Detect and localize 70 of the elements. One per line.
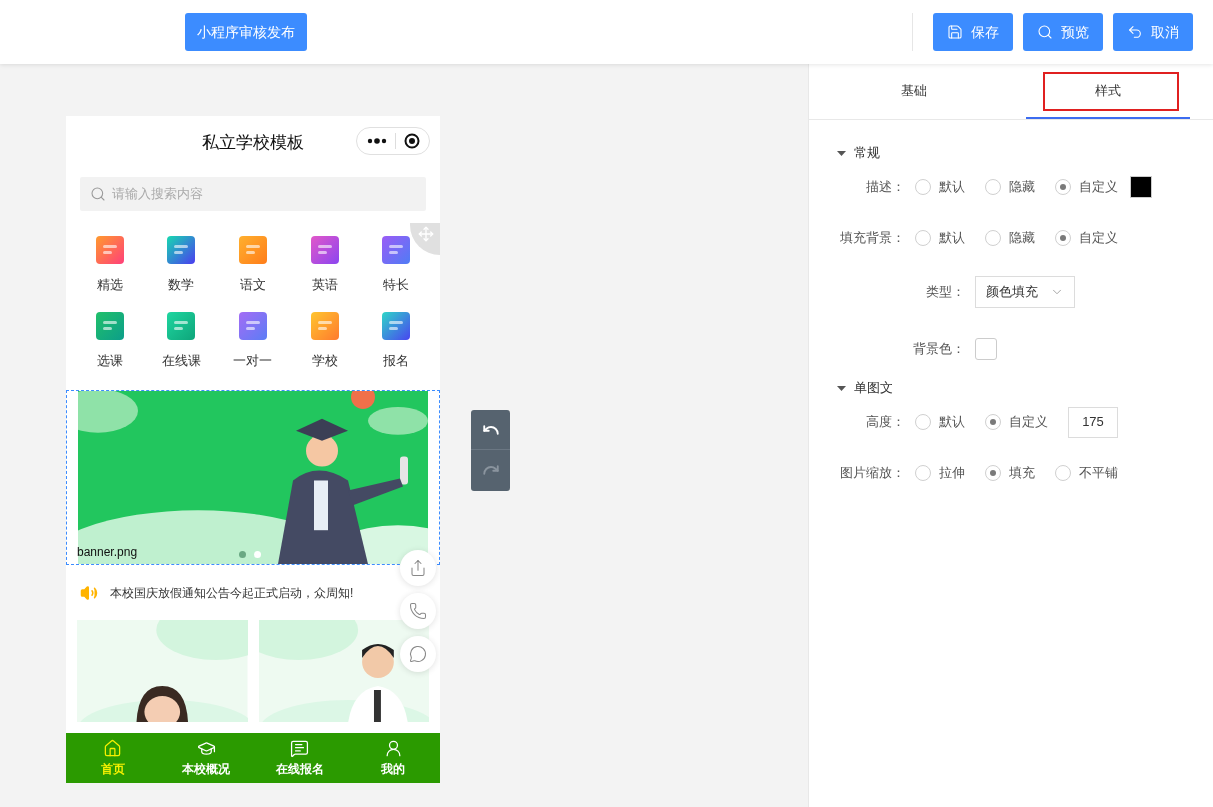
radio-button[interactable]	[915, 230, 931, 246]
category-item[interactable]: 学校	[307, 308, 342, 370]
radio-button[interactable]	[915, 179, 931, 195]
field-label: 描述：	[865, 178, 905, 197]
option-label: 自定义	[1079, 229, 1118, 248]
radio-button[interactable]	[915, 414, 931, 430]
panel-tab[interactable]: 基础	[832, 64, 996, 119]
option-label: 拉伸	[939, 464, 965, 483]
section-title: 常规	[854, 144, 880, 163]
home-icon	[103, 738, 123, 758]
caret-icon[interactable]	[837, 383, 846, 393]
phone-icon	[409, 602, 427, 620]
option-label: 不平铺	[1079, 464, 1118, 483]
category-item[interactable]: 精选	[92, 233, 127, 295]
page-title: 私立学校模板	[202, 132, 304, 155]
file-name: banner.png	[77, 544, 138, 561]
chat-icon	[409, 645, 427, 663]
undo-icon	[1127, 24, 1143, 40]
category-item[interactable]: 在线课	[161, 308, 201, 370]
message-icon	[290, 738, 310, 758]
category-icon	[236, 233, 270, 267]
field-label: 背景色：	[912, 340, 965, 359]
nav-tab[interactable]: 在线报名	[253, 733, 347, 783]
field-label: 填充背景：	[839, 229, 905, 248]
option-label: 自定义	[1009, 413, 1048, 432]
notice-text: 本校国庆放假通知公告今起正式启动，众周知!	[110, 584, 354, 602]
radio-button[interactable]	[1055, 465, 1071, 481]
option-label: 填充	[1009, 464, 1035, 483]
field-label: 图片缩放：	[839, 464, 905, 483]
panel-tab[interactable]: 样式	[1026, 64, 1190, 119]
number-input[interactable]: 175	[1068, 406, 1118, 438]
radio-button[interactable]	[985, 465, 1001, 481]
section-title: 单图文	[854, 379, 893, 398]
more-icon	[367, 138, 387, 144]
type-select[interactable]: 颜色填充	[975, 276, 1075, 308]
caret-icon[interactable]	[837, 148, 846, 158]
search-icon	[1037, 24, 1053, 40]
nav-tab[interactable]: 本校概况	[159, 733, 253, 783]
move-icon	[418, 226, 434, 242]
option-label: 默认	[939, 178, 965, 197]
option-label: 默认	[939, 413, 965, 432]
category-item[interactable]: 选课	[92, 308, 127, 370]
radio-button[interactable]	[1055, 230, 1071, 246]
radio-button[interactable]	[985, 179, 1001, 195]
category-item[interactable]: 英语	[307, 233, 342, 295]
radio-button[interactable]	[985, 230, 1001, 246]
category-item[interactable]: 一对一	[233, 308, 273, 370]
radio-button[interactable]	[1055, 179, 1071, 195]
option-label: 隐藏	[1009, 229, 1035, 248]
option-label: 自定义	[1079, 178, 1118, 197]
floating-action[interactable]	[400, 593, 436, 629]
floating-action[interactable]	[400, 550, 436, 586]
category-item[interactable]: 语文	[236, 233, 270, 295]
category-item[interactable]: 数学	[164, 233, 199, 295]
record-icon	[404, 133, 420, 149]
field-label: 高度：	[865, 413, 905, 432]
radio-button[interactable]	[985, 414, 1001, 430]
search-icon	[90, 186, 106, 202]
option-label: 默认	[939, 229, 965, 248]
move-handle[interactable]	[410, 223, 440, 255]
color-swatch[interactable]	[975, 338, 997, 360]
option-label: 隐藏	[1009, 178, 1035, 197]
field-label: 类型：	[925, 283, 965, 302]
radio-button[interactable]	[915, 465, 931, 481]
category-item[interactable]: 报名	[379, 308, 414, 370]
nav-tab[interactable]: 我的	[346, 733, 440, 783]
category-item[interactable]: 特长	[379, 233, 414, 295]
speaker-icon	[80, 583, 98, 602]
share-icon	[409, 559, 427, 577]
color-swatch[interactable]	[1130, 176, 1152, 198]
